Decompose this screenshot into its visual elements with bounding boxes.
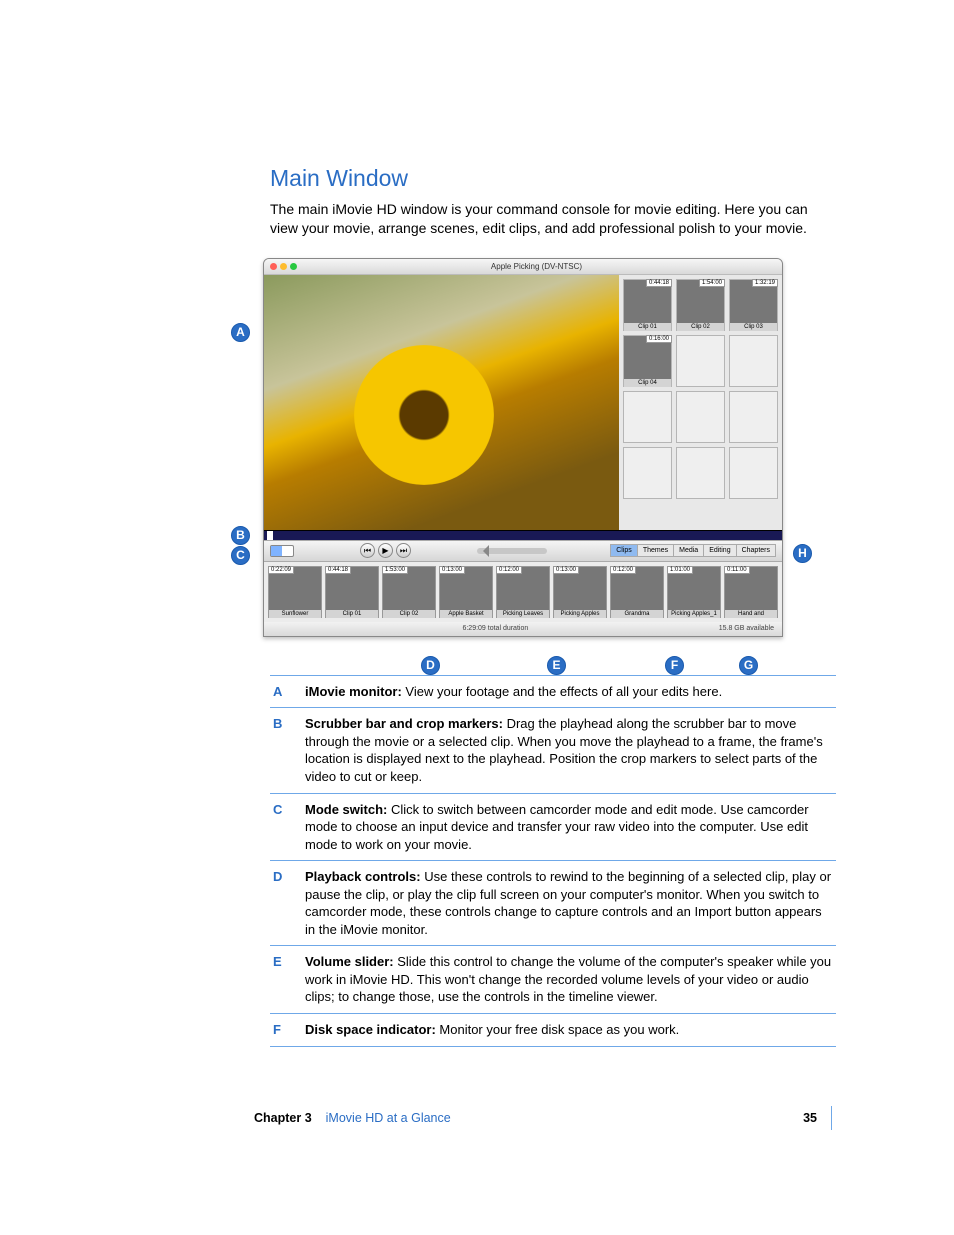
intro-paragraph: The main iMovie HD window is your comman…: [270, 200, 825, 238]
tab-themes[interactable]: Themes: [638, 544, 674, 557]
clip-slot-empty: [623, 447, 672, 499]
chapter-label: Chapter 3: [254, 1111, 312, 1125]
chapter-title: iMovie HD at a Glance: [326, 1111, 451, 1125]
timeline-clip[interactable]: 0:11:00Hand and: [724, 566, 778, 618]
tab-editing[interactable]: Editing: [704, 544, 736, 557]
disk-space-indicator: 15.8 GB available: [719, 625, 774, 632]
legend-table: A iMovie monitor: View your footage and …: [270, 675, 836, 1047]
play-button[interactable]: ▶: [378, 543, 393, 558]
legend-row: F Disk space indicator: Monitor your fre…: [270, 1013, 836, 1047]
legend-text: Disk space indicator: Monitor your free …: [305, 1021, 679, 1039]
imovie-monitor: [264, 275, 619, 530]
callout-e: E: [547, 656, 566, 675]
clip-slot-empty: [729, 447, 778, 499]
traffic-lights: [270, 263, 297, 270]
section-heading: Main Window: [270, 165, 825, 192]
timeline-clip[interactable]: 0:12:00Grandma: [610, 566, 664, 618]
clip-thumbnail[interactable]: 1:54:00Clip 02: [676, 279, 725, 331]
rewind-button[interactable]: ⏮: [360, 543, 375, 558]
window-titlebar: Apple Picking (DV-NTSC): [264, 259, 782, 275]
minimize-icon[interactable]: [280, 263, 287, 270]
timeline-clip[interactable]: 0:22:09Sunflower: [268, 566, 322, 618]
zoom-icon[interactable]: [290, 263, 297, 270]
playback-controls: ⏮ ▶ ⏭: [360, 543, 411, 558]
legend-text: iMovie monitor: View your footage and th…: [305, 683, 722, 701]
callout-f: F: [665, 656, 684, 675]
legend-row: C Mode switch: Click to switch between c…: [270, 793, 836, 861]
callout-b: B: [231, 526, 250, 545]
legend-text: Volume slider: Slide this control to cha…: [305, 953, 833, 1006]
clips-pane: 0:44:18Clip 01 1:54:00Clip 02 1:32:19Cli…: [619, 275, 782, 530]
clip-thumbnail[interactable]: 0:44:18Clip 01: [623, 279, 672, 331]
pane-tabs: Clips Themes Media Editing Chapters: [610, 544, 776, 557]
close-icon[interactable]: [270, 263, 277, 270]
clip-slot-empty: [729, 335, 778, 387]
timeline-viewer[interactable]: 0:22:09Sunflower 0:44:18Clip 01 1:53:00C…: [264, 562, 782, 622]
callout-c: C: [231, 546, 250, 565]
timeline-clip[interactable]: 0:13:00Apple Basket: [439, 566, 493, 618]
clip-slot-empty: [729, 391, 778, 443]
legend-row: E Volume slider: Slide this control to c…: [270, 945, 836, 1013]
legend-key: B: [273, 715, 287, 785]
tab-media[interactable]: Media: [674, 544, 704, 557]
page-number: 35: [803, 1111, 817, 1125]
timeline-clip[interactable]: 1:53:00Clip 02: [382, 566, 436, 618]
callout-g: G: [739, 656, 758, 675]
imovie-window: Apple Picking (DV-NTSC) 0:44:18Clip 01 1…: [263, 258, 783, 637]
controls-bar: ⏮ ▶ ⏭ Clips Themes Media Editing Chapter…: [264, 540, 782, 562]
tab-clips[interactable]: Clips: [610, 544, 638, 557]
clip-slot-empty: [623, 391, 672, 443]
total-duration: 6:29:09 total duration: [272, 625, 719, 632]
legend-key: E: [273, 953, 287, 1006]
fullscreen-button[interactable]: ⏭: [396, 543, 411, 558]
timeline-clip[interactable]: 1:01:00Picking Apples_1: [667, 566, 721, 618]
legend-row: A iMovie monitor: View your footage and …: [270, 675, 836, 708]
legend-key: A: [273, 683, 287, 701]
screenshot-figure: Apple Picking (DV-NTSC) 0:44:18Clip 01 1…: [263, 258, 823, 637]
timeline-clip[interactable]: 0:13:00Picking Apples: [553, 566, 607, 618]
page-footer: Chapter 3 iMovie HD at a Glance 35: [254, 1106, 832, 1130]
status-bar: 6:29:09 total duration 15.8 GB available: [264, 622, 782, 636]
callout-a: A: [231, 323, 250, 342]
clip-slot-empty: [676, 391, 725, 443]
clip-slot-empty: [676, 335, 725, 387]
legend-text: Mode switch: Click to switch between cam…: [305, 801, 833, 854]
mode-switch[interactable]: [270, 545, 294, 557]
window-title: Apple Picking (DV-NTSC): [297, 262, 776, 271]
legend-key: D: [273, 868, 287, 938]
legend-text: Playback controls: Use these controls to…: [305, 868, 833, 938]
scrubber-bar[interactable]: [264, 530, 782, 540]
legend-key: C: [273, 801, 287, 854]
clip-thumbnail[interactable]: 1:32:19Clip 03: [729, 279, 778, 331]
legend-row: D Playback controls: Use these controls …: [270, 860, 836, 945]
volume-slider[interactable]: [477, 548, 547, 554]
clip-thumbnail[interactable]: 0:16:00Clip 04: [623, 335, 672, 387]
timeline-clip[interactable]: 0:12:00Picking Leaves: [496, 566, 550, 618]
legend-key: F: [273, 1021, 287, 1039]
callout-h: H: [793, 544, 812, 563]
clip-slot-empty: [676, 447, 725, 499]
timeline-clip[interactable]: 0:44:18Clip 01: [325, 566, 379, 618]
legend-text: Scrubber bar and crop markers: Drag the …: [305, 715, 833, 785]
callout-d: D: [421, 656, 440, 675]
legend-row: B Scrubber bar and crop markers: Drag th…: [270, 707, 836, 792]
tab-chapters[interactable]: Chapters: [737, 544, 776, 557]
